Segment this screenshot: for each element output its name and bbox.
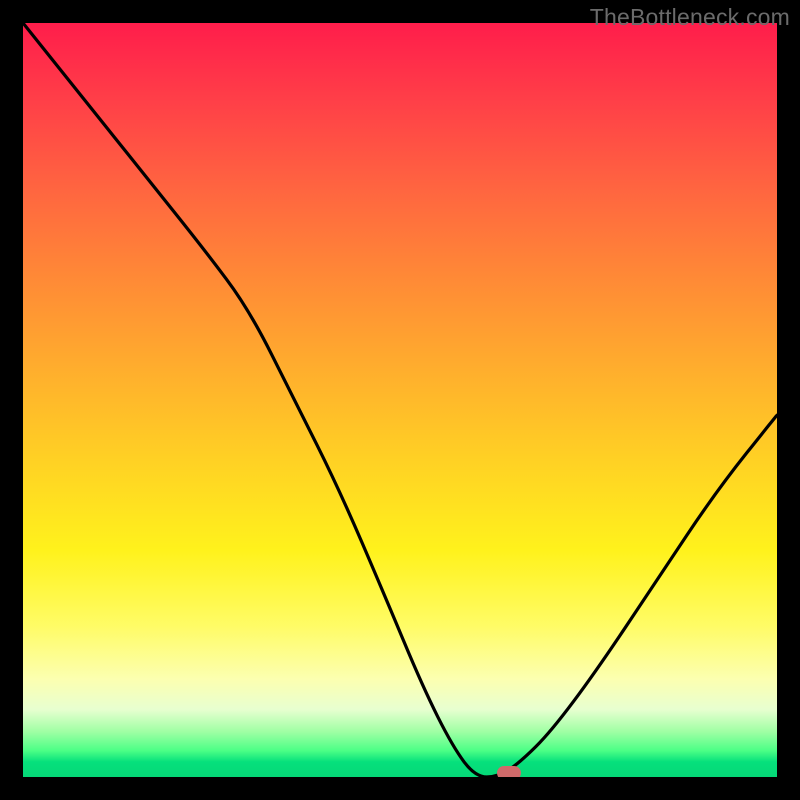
- watermark-text: TheBottleneck.com: [590, 4, 790, 31]
- chart-frame: TheBottleneck.com: [0, 0, 800, 800]
- plot-area: [23, 23, 777, 777]
- optimum-marker: [497, 766, 521, 777]
- bottleneck-curve: [23, 23, 777, 777]
